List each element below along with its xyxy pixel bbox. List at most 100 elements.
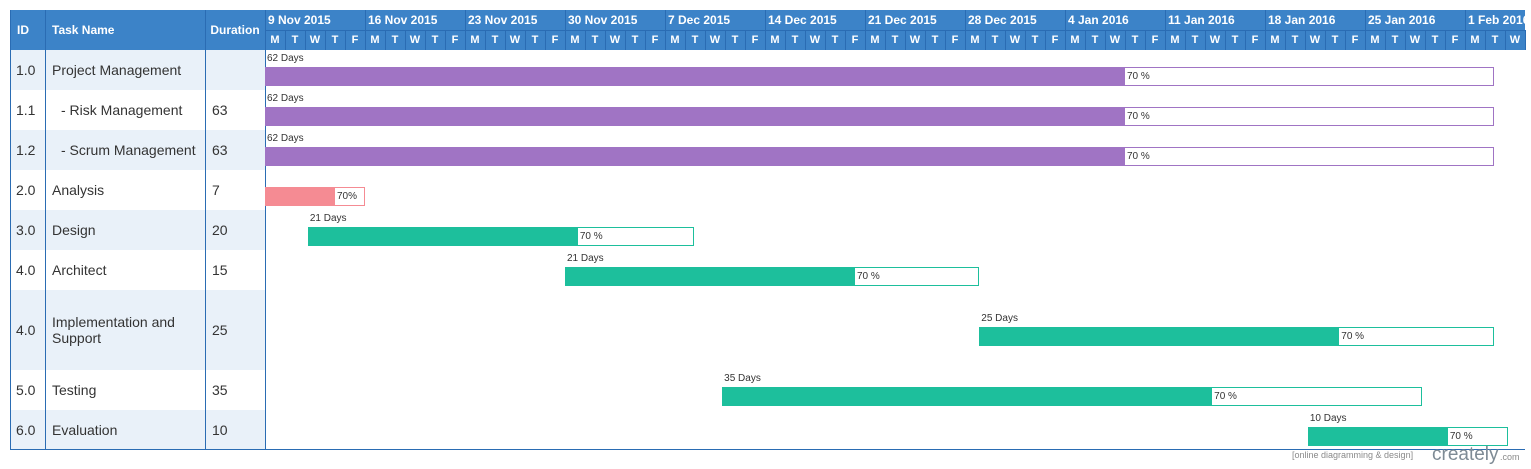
day-divider (605, 30, 606, 50)
day-label: M (270, 34, 280, 46)
day-label: T (731, 34, 739, 46)
day-label: T (491, 34, 499, 46)
task-duration: 7 (212, 182, 220, 198)
day-label: T (1131, 34, 1139, 46)
day-divider (825, 30, 826, 50)
day-label: F (1451, 34, 1459, 46)
duration-label: 10 Days (1309, 413, 1347, 424)
week-label: 1 Feb 2016 (1468, 13, 1525, 27)
week-label: 14 Dec 2015 (768, 13, 837, 27)
task-name: Implementation and Support (52, 314, 175, 346)
week-label: 30 Nov 2015 (568, 13, 638, 27)
day-divider (945, 30, 946, 50)
day-divider (1265, 30, 1266, 50)
day-label: M (1170, 34, 1180, 46)
day-divider (1145, 30, 1146, 50)
column-divider (45, 10, 46, 450)
day-divider (1465, 30, 1466, 50)
day-label: M (670, 34, 680, 46)
day-divider (905, 30, 906, 50)
duration-label: 62 Days (267, 133, 304, 144)
week-divider (1165, 10, 1166, 30)
week-divider (965, 10, 966, 30)
day-divider (1505, 30, 1506, 50)
week-label: 18 Jan 2016 (1268, 13, 1336, 27)
day-divider (1365, 30, 1366, 50)
day-label: W (1209, 34, 1221, 46)
task-id: 6.0 (16, 422, 36, 438)
day-divider (685, 30, 686, 50)
day-label: F (651, 34, 659, 46)
day-label: T (1231, 34, 1239, 46)
day-divider (705, 30, 706, 50)
day-label: T (291, 34, 299, 46)
column-divider (205, 10, 206, 450)
week-divider (1065, 10, 1066, 30)
task-name: Testing (52, 382, 97, 398)
task-bar-progress (1307, 427, 1448, 446)
task-name: - Scrum Management (61, 142, 196, 158)
week-divider (1365, 10, 1366, 30)
duration-label: 25 Days (981, 313, 1018, 324)
day-label: F (751, 34, 759, 46)
day-divider (1165, 30, 1166, 50)
day-label: M (970, 34, 980, 46)
day-label: F (951, 34, 959, 46)
progress-label: 70 % (857, 271, 880, 282)
task-duration: 20 (212, 222, 228, 238)
progress-label: 70 % (1127, 71, 1150, 82)
day-label: T (931, 34, 939, 46)
progress-label: 70% (337, 191, 358, 202)
day-divider (1245, 30, 1246, 50)
task-id: 1.2 (16, 142, 36, 158)
day-divider (845, 30, 846, 50)
duration-label: 21 Days (309, 213, 347, 224)
day-divider (1065, 30, 1066, 50)
day-divider (1485, 30, 1486, 50)
task-name: Project Management (52, 62, 182, 78)
day-divider (1425, 30, 1426, 50)
day-label: W (1109, 34, 1121, 46)
week-label: 16 Nov 2015 (368, 13, 438, 27)
day-label: M (870, 34, 880, 46)
task-id: 1.0 (16, 62, 36, 78)
day-divider (565, 30, 566, 50)
day-divider (365, 30, 366, 50)
day-divider (345, 30, 346, 50)
day-label: T (1491, 34, 1499, 46)
week-divider (365, 10, 366, 30)
day-divider (965, 30, 966, 50)
day-label: T (1091, 34, 1099, 46)
week-label: 25 Jan 2016 (1368, 13, 1436, 27)
week-label: 21 Dec 2015 (868, 13, 937, 27)
day-divider (985, 30, 986, 50)
day-divider (745, 30, 746, 50)
week-divider (1265, 10, 1266, 30)
day-label: M (370, 34, 380, 46)
day-divider (1205, 30, 1206, 50)
week-divider (865, 10, 866, 30)
day-label: M (770, 34, 780, 46)
day-divider (925, 30, 926, 50)
day-divider (1345, 30, 1346, 50)
progress-label: 70 % (1214, 391, 1237, 402)
day-label: M (1070, 34, 1080, 46)
week-label: 23 Nov 2015 (468, 13, 538, 27)
task-bar-progress (979, 327, 1340, 346)
progress-label: 70 % (1127, 151, 1150, 162)
day-label: T (1331, 34, 1339, 46)
day-divider (1305, 30, 1306, 50)
day-label: F (1051, 34, 1059, 46)
day-divider (885, 30, 886, 50)
day-label: T (791, 34, 799, 46)
task-bar-progress (307, 227, 578, 246)
day-label: F (351, 34, 359, 46)
day-label: T (831, 34, 839, 46)
day-divider (405, 30, 406, 50)
task-duration: 63 (212, 102, 228, 118)
task-duration: 35 (212, 382, 228, 398)
day-divider (305, 30, 306, 50)
task-duration: 15 (212, 262, 228, 278)
day-divider (525, 30, 526, 50)
day-label: T (631, 34, 639, 46)
